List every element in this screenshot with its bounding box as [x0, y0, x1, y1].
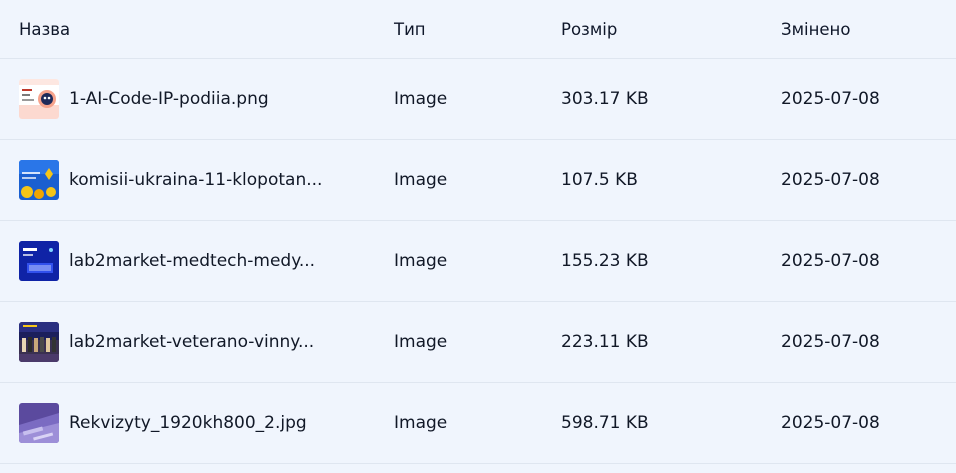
- file-name[interactable]: 1-AI-Code-IP-podiia.png: [69, 89, 269, 109]
- file-modified: 2025-07-08: [781, 170, 880, 190]
- veterano-thumbnail: [19, 322, 59, 362]
- file-name[interactable]: lab2market-veterano-vinny...: [69, 332, 314, 352]
- file-name[interactable]: komisii-ukraina-11-klopotan...: [69, 170, 322, 190]
- file-type: Image: [394, 251, 448, 271]
- table-row[interactable]: lab2market-veterano-vinny... Image 223.1…: [0, 302, 956, 383]
- file-name[interactable]: lab2market-medtech-medy...: [69, 251, 315, 271]
- ukraine-commission-thumbnail: [19, 160, 59, 200]
- table-row[interactable]: 1-AI-Code-IP-podiia.png Image 303.17 KB …: [0, 59, 956, 140]
- file-modified: 2025-07-08: [781, 332, 880, 352]
- file-size: 223.11 KB: [561, 332, 649, 352]
- file-type: Image: [394, 332, 448, 352]
- file-type: Image: [394, 170, 448, 190]
- file-table: Назва Тип Розмір Змінено 1-AI-Code-IP-po…: [0, 0, 956, 464]
- file-size: 303.17 KB: [561, 89, 649, 109]
- column-header-size[interactable]: Розмір: [542, 20, 762, 39]
- file-modified: 2025-07-08: [781, 89, 880, 109]
- column-header-name[interactable]: Назва: [0, 20, 375, 39]
- file-size: 107.5 KB: [561, 170, 638, 190]
- table-row[interactable]: Rekvizyty_1920kh800_2.jpg Image 598.71 K…: [0, 383, 956, 464]
- file-type: Image: [394, 89, 448, 109]
- file-size: 155.23 KB: [561, 251, 649, 271]
- table-row[interactable]: komisii-ukraina-11-klopotan... Image 107…: [0, 140, 956, 221]
- rekvizyty-thumbnail: [19, 403, 59, 443]
- file-modified: 2025-07-08: [781, 413, 880, 433]
- column-header-modified[interactable]: Змінено: [762, 20, 956, 39]
- medtech-thumbnail: [19, 241, 59, 281]
- column-header-type[interactable]: Тип: [375, 20, 542, 39]
- file-modified: 2025-07-08: [781, 251, 880, 271]
- file-name[interactable]: Rekvizyty_1920kh800_2.jpg: [69, 413, 307, 433]
- file-size: 598.71 KB: [561, 413, 649, 433]
- table-header: Назва Тип Розмір Змінено: [0, 0, 956, 59]
- table-row[interactable]: lab2market-medtech-medy... Image 155.23 …: [0, 221, 956, 302]
- file-type: Image: [394, 413, 448, 433]
- ai-code-thumbnail: [19, 79, 59, 119]
